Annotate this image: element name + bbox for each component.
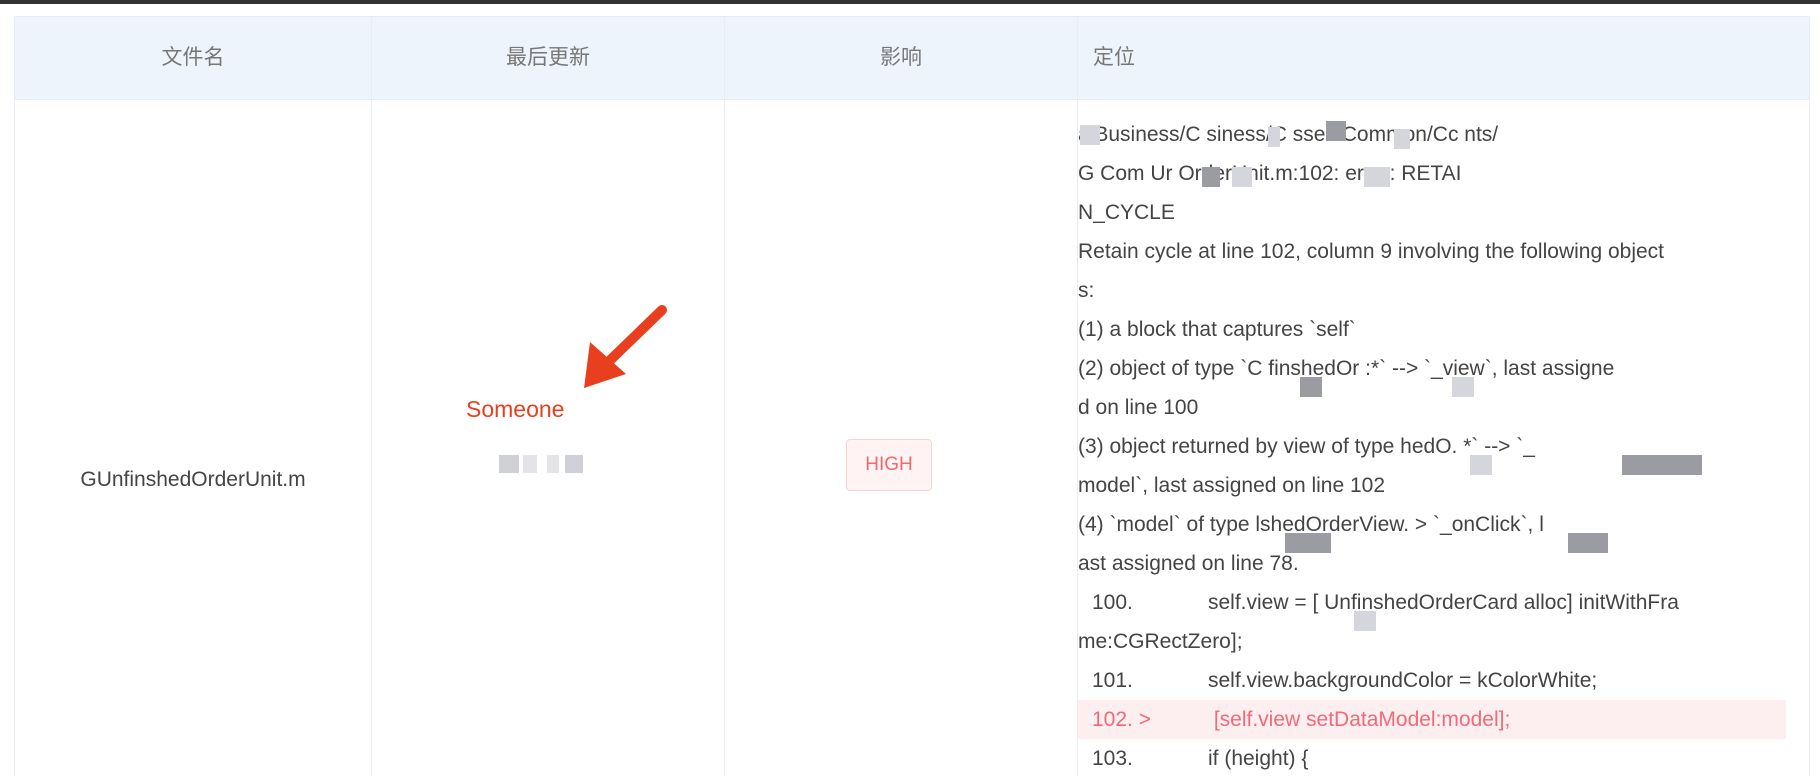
location-line: (1) a block that captures `self`: [1078, 318, 1356, 341]
location-line: d on line 100: [1078, 396, 1199, 419]
redaction-mask: [1300, 377, 1322, 397]
location-line: ast assigned on line 78.: [1078, 552, 1299, 575]
code-line-number: 102. >: [1092, 708, 1151, 731]
redaction-mask: [1452, 377, 1474, 397]
column-divider: [371, 16, 372, 776]
header-impact: 影响: [880, 46, 922, 69]
redaction-mask: [1232, 167, 1252, 187]
redaction-mask: [1622, 455, 1702, 475]
location-line: (4) `model` of type lshedOrderView. > `_…: [1078, 513, 1544, 536]
code-line-number: 101.: [1092, 669, 1133, 692]
redaction-mask: [1080, 125, 1100, 145]
location-line: N_CYCLE: [1078, 201, 1175, 224]
code-line-text: me:CGRectZero];: [1078, 630, 1243, 653]
code-line-number: 100.: [1092, 591, 1133, 614]
code-line-text: self.view = [ UnfinshedOrderCard alloc] …: [1208, 591, 1679, 614]
code-line-100: 100. self.view = [ UnfinshedOrderCard all…: [1078, 583, 1786, 622]
location-line: s:: [1078, 279, 1095, 302]
code-line-text: if (height) {: [1208, 747, 1309, 770]
redaction-mask: [1364, 167, 1390, 187]
location-line: alBusiness/C siness/C sses/Common/Cc nts…: [1078, 123, 1499, 146]
window-top-edge: [0, 0, 1820, 4]
impact-badge: HIGH: [846, 439, 932, 491]
redaction-mask: [1470, 455, 1492, 475]
code-line-number: 103.: [1092, 747, 1133, 770]
code-line-continuation: me:CGRectZero];: [1078, 622, 1786, 661]
redaction-mask: [1202, 167, 1220, 187]
column-divider: [724, 16, 725, 776]
redaction-mask: [1568, 533, 1608, 553]
location-line: G Com Ur OrderUnit.m:102: error: RETAI: [1078, 162, 1462, 185]
redaction-mask: [1285, 533, 1331, 553]
code-line-103: 103. if (height) {: [1078, 739, 1786, 778]
code-line-101: 101. self.view.backgroundColor = kColorWh…: [1078, 661, 1786, 700]
code-line-text: [self.view setDataModel:model];: [1208, 708, 1511, 731]
code-line-text: self.view.backgroundColor = kColorWhite;: [1208, 669, 1598, 692]
annotation-arrow-icon: [584, 305, 667, 388]
location-line: Retain cycle at line 102, column 9 invol…: [1078, 240, 1665, 263]
location-line: (2) object of type `C finshedOr :*` --> …: [1078, 357, 1615, 380]
header-filename: 文件名: [161, 46, 225, 69]
file-name-cell: GUnfinshedOrderUnit.m: [80, 468, 306, 491]
redaction-mask: [1354, 611, 1376, 631]
author-redacted: [487, 455, 587, 477]
header-location: 定位: [1093, 46, 1135, 69]
annotation-label: Someone: [466, 396, 565, 422]
code-line-102-highlighted: 102. > [self.view setDataModel:model];: [1078, 700, 1786, 739]
redaction-mask: [1326, 121, 1346, 141]
table-header: 文件名 最后更新 影响 定位: [15, 16, 1809, 100]
redaction-mask: [1394, 129, 1410, 149]
location-cell: alBusiness/C siness/C sses/Common/Cc nts…: [1078, 115, 1786, 778]
redaction-mask: [1268, 127, 1280, 147]
header-last-updated: 最后更新: [506, 46, 590, 69]
